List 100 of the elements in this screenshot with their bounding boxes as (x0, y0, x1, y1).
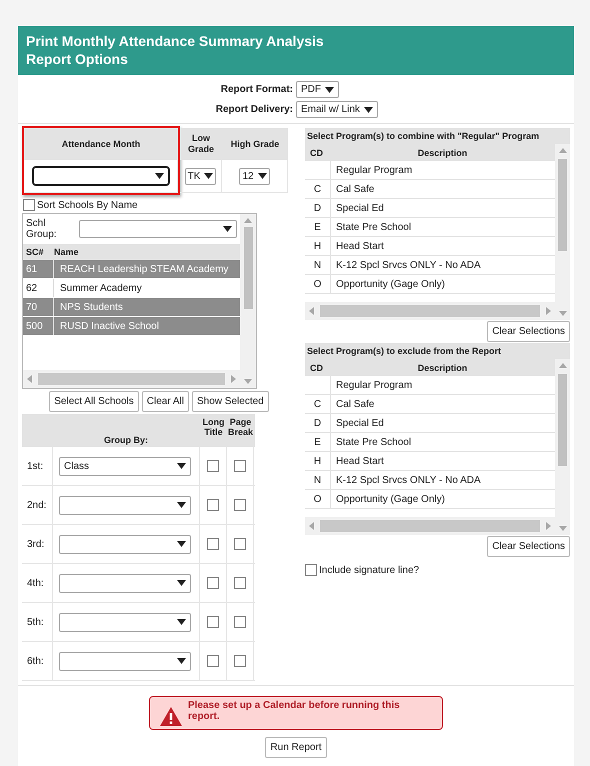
caret-icon (364, 106, 373, 112)
scroll-up-arrow-icon[interactable] (558, 363, 566, 368)
checkbox[interactable] (234, 616, 246, 628)
program-row[interactable]: O Opportunity (Gage Only) (305, 490, 555, 509)
program-row[interactable]: D Special Ed (305, 414, 555, 433)
scroll-down-arrow-icon[interactable] (558, 526, 566, 531)
scroll-left-arrow-icon[interactable] (309, 307, 314, 315)
dropdown[interactable]: Class (59, 456, 191, 476)
scroll-right-arrow-icon[interactable] (546, 522, 551, 530)
scroll-down-arrow-icon[interactable] (244, 379, 252, 384)
page-title: Print Monthly Attendance Summary Analysis (26, 32, 325, 50)
program-row[interactable]: Regular Program (305, 376, 555, 395)
scrollbar-thumb[interactable] (320, 520, 540, 532)
scroll-up-arrow-icon[interactable] (558, 148, 566, 153)
table-cell-text: Cal Safe (335, 184, 374, 194)
warning-icon (160, 706, 182, 726)
table-cell: E (305, 218, 331, 236)
table-cell-text: State Pre School (335, 222, 412, 232)
dropdown[interactable]: Email w/ Link (296, 101, 378, 118)
program-row[interactable]: H Head Start (305, 452, 555, 471)
scroll-left-arrow-icon[interactable] (309, 522, 314, 530)
program-row[interactable]: E State Pre School (305, 433, 555, 452)
row-label: 2nd: (22, 486, 53, 524)
dropdown[interactable]: PDF (296, 81, 339, 98)
clear-selections-button[interactable]: Clear Selections (487, 536, 570, 557)
field-label: Report Delivery: (214, 103, 294, 117)
horizontal-scrollbar[interactable] (23, 370, 240, 388)
dropdown[interactable]: TK (184, 168, 216, 184)
checkbox[interactable] (234, 538, 246, 550)
table-cell-text: Opportunity (Gage Only) (335, 494, 445, 504)
column-header: Description (416, 148, 468, 158)
table-cell-text: Special Ed (335, 418, 384, 428)
scrollbar-thumb[interactable] (244, 227, 252, 309)
table-cell-text: Regular Program (335, 164, 412, 176)
column-header: Group By: (103, 434, 149, 447)
row-label: 5th: (22, 603, 53, 641)
table-cell: N (305, 471, 331, 489)
caret-icon (223, 226, 232, 232)
vertical-scrollbar[interactable] (555, 359, 570, 535)
checkbox-label: Sort Schools By Name (37, 200, 138, 210)
column-header: Long Title (202, 416, 226, 439)
program-row[interactable]: O Opportunity (Gage Only) (305, 275, 555, 294)
scrollbar-thumb[interactable] (320, 305, 540, 317)
checkbox[interactable] (207, 577, 219, 589)
run-report-button[interactable]: Run Report (265, 737, 327, 758)
vertical-scrollbar[interactable] (555, 144, 570, 320)
checkbox[interactable] (234, 655, 246, 667)
table-cell-text: State Pre School (335, 436, 412, 448)
scroll-right-arrow-icon[interactable] (546, 307, 551, 315)
scroll-down-arrow-icon[interactable] (558, 311, 566, 316)
scrollbar-thumb[interactable] (558, 159, 567, 251)
page-subtitle: Report Options (26, 50, 129, 68)
scrollbar-thumb[interactable] (558, 374, 567, 466)
column-header: Page Break (227, 416, 254, 439)
checkbox[interactable] (207, 655, 219, 667)
caret-icon (325, 86, 334, 92)
program-row[interactable]: Regular Program (305, 161, 555, 180)
vertical-scrollbar[interactable] (240, 214, 256, 388)
checkbox[interactable] (207, 460, 219, 472)
table-cell: C (305, 180, 331, 198)
column-header: Low Grade (180, 128, 222, 160)
program-row[interactable]: E State Pre School (305, 218, 555, 237)
program-row[interactable]: H Head Start (305, 237, 555, 256)
table-cell: N (305, 256, 331, 274)
dropdown[interactable]: 12 (239, 168, 270, 184)
action-button[interactable]: Clear All (142, 391, 190, 412)
caret-icon (177, 541, 186, 547)
program-row[interactable]: C Cal Safe (305, 395, 555, 414)
checkbox[interactable] (23, 199, 35, 211)
program-row[interactable]: N K-12 Spcl Srvcs ONLY - No ADA (305, 256, 555, 275)
caret-icon (177, 658, 186, 664)
checkbox[interactable] (234, 499, 246, 511)
action-button[interactable]: Select All Schools (49, 391, 139, 412)
table-cell-text: K-12 Spcl Srvcs ONLY - No ADA (335, 260, 481, 270)
checkbox[interactable] (207, 538, 219, 550)
dropdown[interactable] (32, 166, 170, 186)
clear-selections-button[interactable]: Clear Selections (487, 321, 570, 342)
checkbox-label: Include signature line? (319, 564, 420, 576)
scroll-left-arrow-icon[interactable] (27, 375, 32, 383)
table-cell-text: RUSD Inactive School (59, 320, 159, 332)
program-row[interactable]: N K-12 Spcl Srvcs ONLY - No ADA (305, 471, 555, 490)
program-row[interactable]: C Cal Safe (305, 180, 555, 199)
action-button[interactable]: Show Selected (192, 391, 269, 412)
program-row[interactable]: D Special Ed (305, 199, 555, 218)
checkbox[interactable] (207, 616, 219, 628)
checkbox[interactable] (207, 499, 219, 511)
caret-icon (177, 619, 186, 625)
scrollbar-thumb[interactable] (38, 373, 225, 385)
checkbox[interactable] (234, 577, 246, 589)
checkbox[interactable] (305, 564, 317, 576)
scroll-up-arrow-icon[interactable] (244, 218, 252, 223)
caret-icon (177, 463, 186, 469)
column-header: Description (416, 362, 468, 372)
scroll-right-arrow-icon[interactable] (231, 375, 236, 383)
horizontal-scrollbar[interactable] (305, 302, 555, 320)
caret-icon (177, 502, 186, 508)
table-cell: 70 (23, 298, 54, 316)
horizontal-scrollbar[interactable] (305, 517, 555, 535)
checkbox[interactable] (234, 460, 246, 472)
table-cell: 62 (23, 279, 54, 297)
